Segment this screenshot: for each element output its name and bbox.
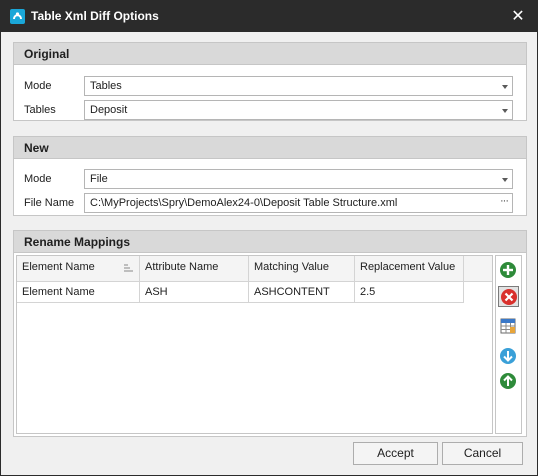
- chevron-down-icon[interactable]: [502, 109, 508, 113]
- cancel-button[interactable]: Cancel: [442, 442, 523, 465]
- accept-button[interactable]: Accept: [353, 442, 438, 465]
- column-header-label: Element Name: [22, 261, 95, 273]
- title-bar: Table Xml Diff Options ✕: [1, 1, 537, 32]
- original-tables-select[interactable]: Deposit: [84, 100, 513, 120]
- column-header-attribute-name[interactable]: Attribute Name: [140, 256, 249, 281]
- table-row[interactable]: Element Name ASH ASHCONTENT 2.5: [17, 282, 492, 303]
- grid-options-button[interactable]: [498, 316, 519, 337]
- column-header-replacement-value[interactable]: Replacement Value: [355, 256, 464, 281]
- new-header: New: [14, 137, 526, 159]
- cell-replacement-value[interactable]: 2.5: [355, 282, 464, 303]
- sort-icon[interactable]: [124, 264, 133, 273]
- cell-attribute-name[interactable]: ASH: [140, 282, 249, 303]
- column-header-element-name[interactable]: Element Name: [17, 256, 140, 281]
- original-header: Original: [14, 43, 526, 65]
- original-tables-value: Deposit: [90, 104, 128, 116]
- add-row-button[interactable]: [498, 260, 519, 281]
- original-mode-select[interactable]: Tables: [84, 76, 513, 96]
- close-icon[interactable]: ✕: [507, 6, 529, 28]
- new-mode-label: Mode: [24, 173, 52, 185]
- original-mode-label: Mode: [24, 80, 52, 92]
- window-title: Table Xml Diff Options: [31, 9, 159, 23]
- original-mode-row: Mode Tables: [14, 76, 526, 96]
- mappings-grid[interactable]: Element Name Attribute Name Matching Val…: [16, 255, 493, 434]
- original-tables-row: Tables Deposit: [14, 100, 526, 120]
- move-down-icon: [500, 348, 516, 364]
- column-header-label: Attribute Name: [145, 261, 219, 273]
- original-group: Original Mode Tables Tables Deposit: [13, 42, 527, 121]
- app-logo-icon: [10, 9, 25, 24]
- grid-header-row: Element Name Attribute Name Matching Val…: [17, 256, 492, 282]
- original-mode-value: Tables: [90, 80, 122, 92]
- new-mode-row: Mode File: [14, 169, 526, 189]
- delete-icon: [501, 289, 517, 305]
- new-mode-select[interactable]: File: [84, 169, 513, 189]
- new-mode-value: File: [90, 173, 108, 185]
- move-up-icon: [500, 373, 516, 389]
- file-name-input[interactable]: C:\MyProjects\Spry\DemoAlex24-0\Deposit …: [84, 193, 513, 213]
- move-up-button[interactable]: [498, 371, 519, 392]
- column-header-matching-value[interactable]: Matching Value: [249, 256, 355, 281]
- column-header-label: Matching Value: [254, 261, 330, 273]
- chevron-down-icon[interactable]: [502, 178, 508, 182]
- browse-button[interactable]: ···: [500, 195, 509, 207]
- new-group: New Mode File File Name C:\MyProjects\Sp…: [13, 136, 527, 216]
- chevron-down-icon[interactable]: [502, 85, 508, 89]
- delete-row-button[interactable]: [498, 286, 519, 307]
- rename-mappings-header: Rename Mappings: [14, 231, 526, 253]
- rename-mappings-group: Rename Mappings Element Name Attribute N…: [13, 230, 527, 437]
- move-down-button[interactable]: [498, 346, 519, 367]
- column-header-label: Replacement Value: [360, 261, 456, 273]
- new-file-row: File Name C:\MyProjects\Spry\DemoAlex24-…: [14, 193, 526, 213]
- file-name-value[interactable]: C:\MyProjects\Spry\DemoAlex24-0\Deposit …: [90, 197, 397, 209]
- original-tables-label: Tables: [24, 104, 56, 116]
- new-file-label: File Name: [24, 197, 75, 209]
- cell-matching-value[interactable]: ASHCONTENT: [249, 282, 355, 303]
- mappings-toolbar: [495, 255, 522, 434]
- grid-icon: [500, 318, 516, 334]
- dialog-window: Table Xml Diff Options ✕ Original Mode T…: [0, 0, 538, 476]
- add-icon: [500, 262, 516, 278]
- cell-element-name[interactable]: Element Name: [17, 282, 140, 303]
